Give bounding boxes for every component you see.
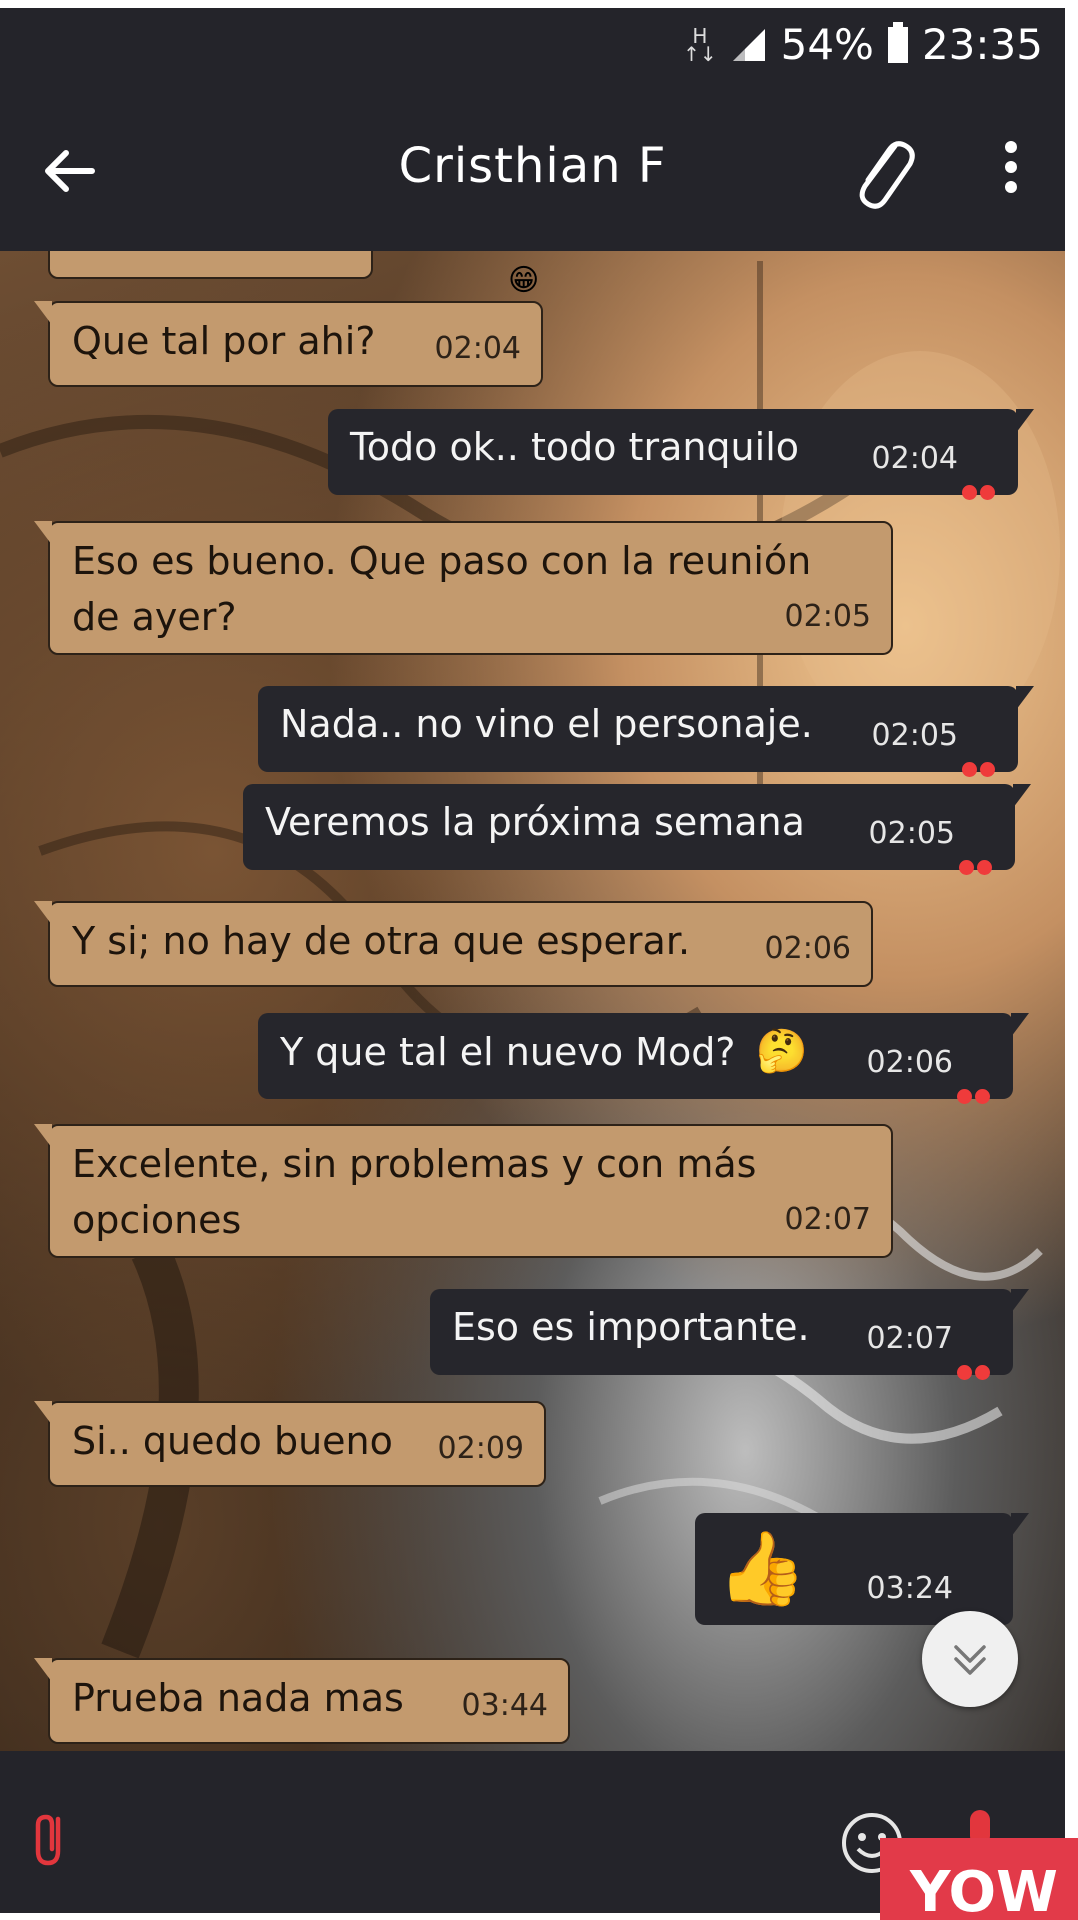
- phone-screen: H ↑↓ 54% 23:35 Cristhian F 😁 Que tal por…: [0, 8, 1065, 1913]
- floating-emoji: 😁: [508, 263, 540, 298]
- message-bubble-outgoing[interactable]: Y que tal el nuevo Mod? 🤔 02:06: [258, 1013, 1029, 1104]
- message-text: Y si; no hay de otra que esperar.: [72, 919, 691, 963]
- read-ticks-icon: [962, 736, 1000, 777]
- message-bubble-outgoing[interactable]: 👍 03:24: [695, 1513, 1029, 1630]
- message-text-line2: opciones: [72, 1198, 242, 1242]
- message-time: 02:09: [437, 1431, 524, 1466]
- scroll-down-button[interactable]: [922, 1611, 1018, 1707]
- message-text: Y que tal el nuevo Mod?: [280, 1030, 736, 1074]
- message-time: 02:06: [866, 1045, 953, 1080]
- battery-icon: [887, 21, 908, 63]
- thumbs-up-emoji: 👍: [717, 1526, 807, 1610]
- message-time: 02:05: [871, 718, 958, 753]
- message-text-line1: Eso es bueno. Que paso con la reunión: [72, 539, 812, 583]
- message-bubble-outgoing[interactable]: Todo ok.. todo tranquilo 02:04: [328, 409, 1034, 500]
- message-bubble-partial[interactable]: [48, 251, 373, 279]
- message-bubble-outgoing[interactable]: Nada.. no vino el personaje. 02:05: [258, 686, 1034, 777]
- attach-icon[interactable]: [28, 1811, 78, 1871]
- message-bubble-incoming[interactable]: Eso es bueno. Que paso con la reunión de…: [34, 521, 893, 655]
- message-text-line1: Excelente, sin problemas y con más: [72, 1142, 757, 1186]
- message-time: 02:05: [868, 816, 955, 851]
- message-time: 03:44: [461, 1688, 548, 1723]
- message-time: 03:24: [866, 1571, 953, 1606]
- message-time: 02:05: [784, 599, 871, 634]
- read-ticks-icon: [962, 459, 1000, 500]
- message-text: Veremos la próxima semana: [265, 800, 805, 844]
- message-bubble-outgoing[interactable]: Eso es importante. 02:07: [430, 1289, 1029, 1380]
- read-ticks-icon: [957, 1339, 995, 1380]
- read-ticks-icon: [959, 834, 997, 875]
- read-ticks-icon: [957, 1589, 995, 1630]
- signal-icon: [732, 28, 765, 61]
- message-bubble-incoming[interactable]: Y si; no hay de otra que esperar. 02:06: [34, 901, 873, 987]
- more-vert-icon[interactable]: [999, 141, 1023, 201]
- message-bubble-incoming[interactable]: Prueba nada mas 03:44: [34, 1658, 570, 1744]
- read-ticks-icon: [957, 1063, 995, 1104]
- message-time: 02:04: [434, 331, 521, 366]
- message-text: Todo ok.. todo tranquilo: [350, 425, 800, 469]
- message-bubble-incoming[interactable]: Que tal por ahi? 02:04: [34, 301, 543, 387]
- message-text: Prueba nada mas: [72, 1676, 404, 1720]
- clock: 23:35: [921, 20, 1043, 69]
- status-indicators: H ↑↓ 54% 23:35: [683, 20, 1043, 69]
- watermark-logo: YOW: [880, 1838, 1078, 1920]
- thinking-emoji: 🤔: [755, 1026, 808, 1075]
- status-bar: H ↑↓ 54% 23:35: [0, 8, 1065, 86]
- message-text: Que tal por ahi?: [72, 319, 376, 363]
- message-time: 02:06: [764, 931, 851, 966]
- message-bubble-outgoing[interactable]: Veremos la próxima semana 02:05: [243, 784, 1031, 875]
- chat-header: Cristhian F: [0, 86, 1065, 251]
- message-bubble-incoming[interactable]: Excelente, sin problemas y con más opcio…: [34, 1124, 893, 1258]
- scroll-down-icon: [954, 1645, 986, 1675]
- message-text-line2: de ayer?: [72, 595, 237, 639]
- network-type-icon: H ↑↓: [683, 23, 717, 66]
- network-type-label: H: [692, 23, 708, 48]
- paperclip-icon[interactable]: [840, 126, 920, 216]
- message-text: Eso es importante.: [452, 1305, 810, 1349]
- message-time: 02:04: [871, 441, 958, 476]
- message-bubble-incoming[interactable]: Si.. quedo bueno 02:09: [34, 1401, 546, 1487]
- message-time: 02:07: [784, 1202, 871, 1237]
- message-text: Si.. quedo bueno: [72, 1419, 393, 1463]
- battery-percent: 54%: [780, 20, 874, 69]
- chat-area[interactable]: 😁 Que tal por ahi? 02:04 Todo ok.. todo …: [0, 251, 1065, 1751]
- message-text: Nada.. no vino el personaje.: [280, 702, 813, 746]
- message-time: 02:07: [866, 1321, 953, 1356]
